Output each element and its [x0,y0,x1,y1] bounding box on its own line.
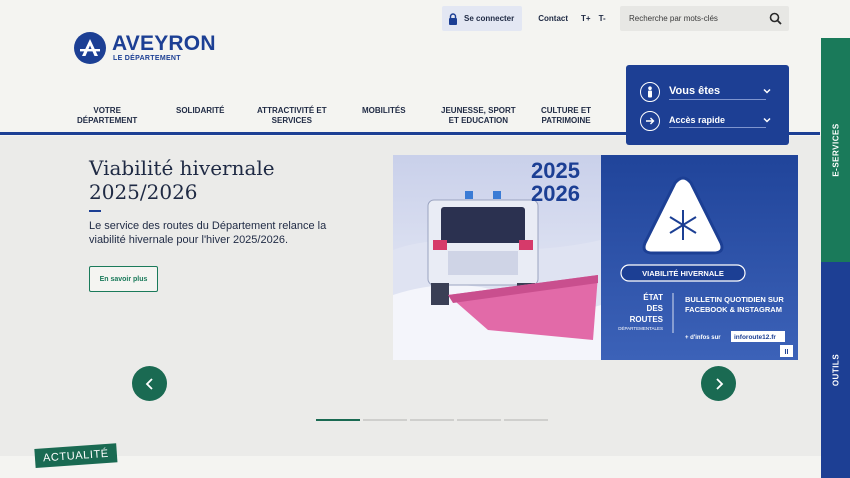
quick-access-panel: Vous êtes Accès rapide [626,65,789,145]
search-input[interactable] [629,14,769,23]
nav-label-line2: SERVICES [271,116,312,125]
learn-more-button[interactable]: En savoir plus [89,266,158,292]
next-slide-button[interactable] [701,366,736,401]
acces-rapide-label: Accès rapide [669,115,766,128]
nav-label-line1: ATTRACTIVITÉ ET [257,106,327,115]
search-icon[interactable] [769,12,782,25]
logo-subtitle: LE DÉPARTEMENT [113,54,181,62]
chevron-left-icon [145,377,153,390]
bulletin-line2: FACEBOOK & INSTAGRAM [685,305,782,314]
font-decrease-button[interactable]: T- [599,14,606,23]
person-icon [640,82,660,102]
slider-dot-5[interactable] [504,419,548,421]
nav-label-line2: PATRIMOINE [541,116,591,125]
nav-item-jeunesse[interactable]: JEUNESSE, SPORT ET EDUCATION [441,106,516,126]
slider-dot-4[interactable] [457,419,501,421]
acces-rapide-dropdown[interactable]: Accès rapide [640,110,771,132]
login-button[interactable]: Se connecter [442,6,523,31]
nav-item-solidarite[interactable]: SOLIDARITÉ [176,106,224,116]
search-bar [620,6,789,31]
etat-line1: ÉTAT [643,293,663,302]
hero-title: Viabilité hivernale 2025/2026 [89,156,275,204]
nav-label-line1: CULTURE ET [541,106,592,115]
year-text-2: 2026 [531,181,580,206]
nav-label-line1: SOLIDARITÉ [176,106,225,115]
logo-name: AVEYRON [112,31,216,55]
arrow-right-icon [640,111,660,131]
outils-tab[interactable]: OUTILS [821,262,850,478]
year-text-1: 2025 [531,158,580,183]
previous-slide-button[interactable] [132,366,167,401]
nav-label-line1: JEUNESSE, SPORT [441,106,516,115]
nav-item-culture[interactable]: CULTURE ET PATRIMOINE [541,106,591,126]
pause-button[interactable]: II [785,349,789,356]
slider-indicators [316,419,548,421]
infos-site: inforoute12.fr [734,334,776,341]
sign-label: VIABILITÉ HIVERNALE [642,269,724,278]
vous-etes-label: Vous êtes [669,85,766,100]
etat-line2: DES [647,304,664,313]
outils-label: OUTILS [831,353,840,387]
infos-prefix: + d'infos sur [685,335,721,341]
contact-link[interactable]: Contact [538,14,568,23]
hero-description: Le service des routes du Département rel… [89,220,327,246]
nav-item-attractivite[interactable]: ATTRACTIVITÉ ET SERVICES [257,106,327,126]
nav-label-line1: MOBILITÉS [362,106,406,115]
chevron-down-icon [763,88,771,94]
site-logo[interactable]: AVEYRON LE DÉPARTEMENT [74,32,216,64]
nav-label-line2: ET EDUCATION [448,116,509,125]
etat-line3: ROUTES [630,315,664,324]
slider-dot-1[interactable] [316,419,360,421]
aveyron-logo-icon [74,32,106,64]
login-label: Se connecter [464,14,515,23]
nav-item-mobilites[interactable]: MOBILITÉS [362,106,406,116]
eservices-tab[interactable]: E-SERVICES [821,38,850,262]
chevron-right-icon [715,377,723,390]
nav-label-line1: VOTRE [93,106,121,115]
utility-bar: Se connecter Contact T+ T- [442,6,606,31]
nav-label-line2: DÉPARTEMENT [77,116,138,125]
chevron-down-icon [763,117,771,123]
snowplow-illustration: 2025 2026 VIABILITÉ HIVERNALE ÉTAT DES R… [393,155,798,360]
font-increase-button[interactable]: T+ [581,14,591,23]
eservices-label: E-SERVICES [831,123,840,177]
nav-item-votre-departement[interactable]: VOTRE DÉPARTEMENT [77,106,137,126]
title-divider [89,210,101,212]
bulletin-line1: BULLETIN QUOTIDIEN SUR [685,295,784,304]
hero-slider: Viabilité hivernale 2025/2026 Le service… [0,136,821,456]
hero-image[interactable]: 2025 2026 VIABILITÉ HIVERNALE ÉTAT DES R… [393,155,798,360]
slider-dot-3[interactable] [410,419,454,421]
slider-dot-2[interactable] [363,419,407,421]
lock-icon [449,12,457,25]
vous-etes-dropdown[interactable]: Vous êtes [640,81,771,103]
etat-line4: DÉPARTEMENTALES [618,325,663,331]
